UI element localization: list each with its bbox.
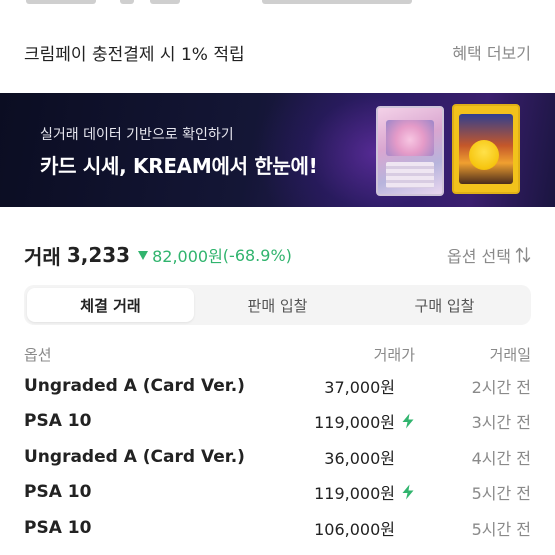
header-date: 거래일 xyxy=(489,345,531,364)
row-price: 119,000원 xyxy=(314,484,395,504)
row-price: 37,000원 xyxy=(324,377,395,397)
lightning-icon xyxy=(401,484,415,500)
kreampay-promo-row[interactable]: 크림페이 충전결제 시 1% 적립 혜택 더보기 xyxy=(0,22,555,82)
table-header: 옵션 거래가 거래일 xyxy=(24,340,531,368)
banner-subtitle: 실거래 데이터 기반으로 확인하기 xyxy=(40,127,234,143)
promo-text: 크림페이 충전결제 시 1% 적립 xyxy=(24,44,245,65)
table-row[interactable]: Ungraded A (Card Ver.) 37,000원 2시간 전 xyxy=(24,368,531,404)
tab-buy-bids[interactable]: 구매 입찰 xyxy=(361,288,528,322)
table-row[interactable]: PSA 10 106,000원 5시간 전 xyxy=(24,510,531,546)
table-row[interactable]: PSA 10 119,000원 3시간 전 xyxy=(24,404,531,440)
tab-sell-bids[interactable]: 판매 입찰 xyxy=(194,288,361,322)
clipped-top-strip xyxy=(0,0,555,22)
price-change-percent: (-68.9%) xyxy=(222,245,292,265)
row-date: 5시간 전 xyxy=(471,519,531,539)
row-date: 5시간 전 xyxy=(471,484,531,504)
option-select-label: 옵션 선택 xyxy=(447,247,511,266)
clipped-text xyxy=(262,0,412,4)
row-price-cell: 36,000원 xyxy=(275,445,415,469)
row-price-cell: 37,000원 xyxy=(275,374,415,398)
row-price: 119,000원 xyxy=(314,413,395,433)
row-option: PSA 10 xyxy=(24,482,92,503)
trade-table: 옵션 거래가 거래일 Ungraded A (Card Ver.) 37,000원… xyxy=(24,340,531,546)
trade-count: 3,233 xyxy=(66,243,131,267)
row-price: 106,000원 xyxy=(314,519,395,539)
row-option: PSA 10 xyxy=(24,411,92,432)
row-option: PSA 10 xyxy=(24,517,92,538)
row-date: 4시간 전 xyxy=(471,448,531,468)
trade-label: 거래 xyxy=(24,244,61,269)
row-price-cell: 119,000원 xyxy=(275,480,415,504)
trade-summary: 거래 3,233 82,000원 (-68.9%) 옵션 선택 xyxy=(24,240,531,270)
clipped-text xyxy=(120,0,134,4)
row-option: Ungraded A (Card Ver.) xyxy=(24,446,245,467)
lightning-icon xyxy=(401,413,415,429)
banner-title: 카드 시세, KREAM에서 한눈에! xyxy=(40,154,318,178)
table-row[interactable]: Ungraded A (Card Ver.) 36,000원 4시간 전 xyxy=(24,439,531,475)
trade-tabs: 체결 거래 판매 입찰 구매 입찰 xyxy=(24,285,531,325)
table-row[interactable]: PSA 10 119,000원 5시간 전 xyxy=(24,475,531,511)
row-option: Ungraded A (Card Ver.) xyxy=(24,375,245,396)
triangle-down-icon xyxy=(138,250,149,260)
row-price-cell: 119,000원 xyxy=(275,409,415,433)
row-date: 2시간 전 xyxy=(471,377,531,397)
clipped-text xyxy=(26,0,96,4)
promo-more-link[interactable]: 혜택 더보기 xyxy=(452,40,531,64)
sort-arrows-icon xyxy=(515,246,531,264)
row-price: 36,000원 xyxy=(324,448,395,468)
clipped-text xyxy=(150,0,180,4)
row-date: 3시간 전 xyxy=(471,413,531,433)
card-image-mewtwo xyxy=(376,106,444,196)
header-option: 옵션 xyxy=(24,345,52,364)
option-select-button[interactable]: 옵션 선택 xyxy=(447,243,531,267)
header-price: 거래가 xyxy=(373,345,415,364)
tab-completed-trades[interactable]: 체결 거래 xyxy=(27,288,194,322)
price-change-amount: 82,000원 xyxy=(152,247,223,266)
row-price-cell: 106,000원 xyxy=(275,516,415,540)
card-image-pikachu xyxy=(452,104,520,194)
